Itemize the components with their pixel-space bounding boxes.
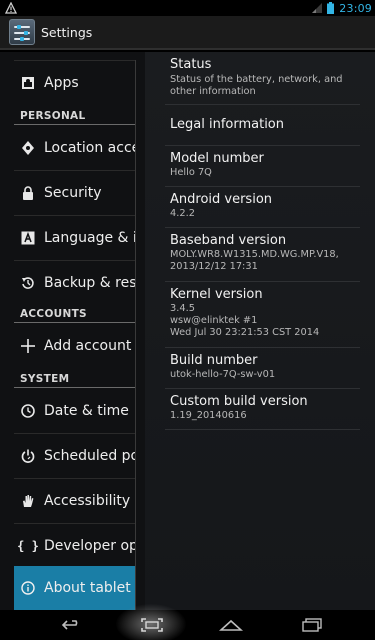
nav-item-label: About tablet: [44, 580, 131, 596]
list-divider: [165, 388, 360, 389]
system-navigation-bar: [0, 610, 375, 640]
settings-app-icon[interactable]: [9, 19, 35, 45]
list-divider: [165, 145, 360, 146]
back-icon: [61, 620, 78, 630]
nav-item-about-tablet[interactable]: About tablet: [14, 566, 135, 610]
list-divider: [165, 186, 360, 187]
nav-item-language[interactable]: Language & i: [14, 216, 135, 260]
custom-build-version-value: 1.19_20140616: [170, 410, 247, 421]
nav-item-label: Security: [44, 185, 102, 201]
section-header-personal: PERSONAL: [20, 110, 86, 122]
kernel-version-line3: Wed Jul 30 23:21:53 CST 2014: [170, 327, 320, 338]
power-icon: [20, 448, 36, 464]
about-tablet-panel[interactable]: Status Status of the battery, network, a…: [145, 52, 375, 610]
model-number-value: Hello 7Q: [170, 167, 212, 178]
section-header-line: [14, 124, 135, 125]
braces-icon: { }: [17, 539, 39, 553]
battery-icon: [327, 2, 335, 14]
android-version-title: Android version: [170, 192, 273, 207]
signal-icon: [312, 3, 323, 13]
nav-item-label: Language & i: [44, 230, 135, 246]
status-title: Status: [170, 57, 212, 72]
nav-item-date-time[interactable]: Date & time: [14, 389, 135, 433]
kernel-version-line2: wsw@elinktek #1: [170, 315, 258, 326]
nav-item-scheduled-power[interactable]: Scheduled po: [14, 434, 135, 478]
baseband-version-line2: 2013/12/12 17:31: [170, 261, 258, 272]
custom-build-version-item: Custom build version 1.19_20140616: [170, 394, 360, 422]
nav-item-label: Location acce: [44, 140, 135, 156]
list-divider: [165, 281, 360, 282]
nav-item-apps[interactable]: Apps: [14, 61, 135, 105]
hand-icon: [20, 493, 36, 509]
build-number-item[interactable]: Build number utok-hello-7Q-sw-v01: [170, 353, 360, 381]
recent-apps-icon: [302, 618, 322, 632]
list-divider: [165, 227, 360, 228]
model-number-item: Model number Hello 7Q: [170, 151, 360, 179]
nav-item-label: Scheduled po: [44, 448, 135, 464]
info-icon: [20, 580, 36, 596]
status-subtitle: Status of the battery, network, and othe…: [170, 74, 343, 97]
baseband-version-item: Baseband version MOLY.WR8.W1315.MD.WG.MP…: [170, 233, 360, 273]
status-bar: 23:09: [0, 0, 375, 16]
kernel-version-title: Kernel version: [170, 287, 263, 302]
baseband-version-title: Baseband version: [170, 233, 287, 248]
section-header-system: SYSTEM: [20, 373, 70, 385]
nav-item-label: Date & time: [44, 403, 129, 419]
location-icon: [20, 140, 36, 156]
action-bar: Settings: [0, 16, 375, 50]
clock-icon: [20, 403, 36, 419]
warning-icon: [5, 2, 17, 14]
android-apps-icon: [20, 75, 36, 91]
nav-item-label: Developer op: [44, 538, 135, 554]
list-divider: [165, 429, 360, 430]
nav-item-label: Add account: [44, 338, 132, 354]
baseband-version-line1: MOLY.WR8.W1315.MD.WG.MP.V18,: [170, 249, 339, 260]
build-number-title: Build number: [170, 353, 258, 368]
backup-icon: [20, 275, 36, 291]
nav-item-developer-options[interactable]: { } Developer op: [14, 524, 135, 568]
model-number-title: Model number: [170, 151, 264, 166]
plus-icon: [20, 338, 36, 354]
pane-divider: [135, 60, 136, 610]
section-header-line: [14, 387, 135, 388]
custom-build-version-title: Custom build version: [170, 394, 308, 409]
lock-icon: [20, 185, 36, 201]
clock-time: 23:09: [339, 1, 372, 15]
settings-categories-list[interactable]: Apps PERSONAL Location acce Security Lan…: [0, 52, 145, 610]
kernel-version-item: Kernel version 3.4.5 wsw@elinktek #1 Wed…: [170, 287, 360, 339]
nav-item-label: Backup & res: [44, 275, 135, 291]
nav-item-security[interactable]: Security: [14, 171, 135, 215]
back-button[interactable]: [42, 610, 102, 640]
list-divider: [165, 104, 360, 105]
page-title: Settings: [41, 24, 93, 40]
screenshot-button-highlight: [116, 604, 186, 640]
language-icon: [20, 230, 36, 246]
recent-apps-button[interactable]: [282, 610, 342, 640]
android-version-item[interactable]: Android version 4.2.2: [170, 192, 360, 220]
nav-item-label: Apps: [44, 75, 79, 91]
nav-item-add-account[interactable]: Add account: [14, 324, 135, 368]
section-header-line: [14, 322, 135, 323]
list-divider: [165, 347, 360, 348]
home-icon: [219, 619, 243, 631]
legal-information-item[interactable]: Legal information: [170, 117, 360, 133]
android-version-value: 4.2.2: [170, 208, 195, 219]
nav-item-label: Accessibility: [44, 493, 131, 509]
nav-item-accessibility[interactable]: Accessibility: [14, 479, 135, 523]
section-header-accounts: ACCOUNTS: [20, 308, 87, 320]
nav-item-backup[interactable]: Backup & res: [14, 261, 135, 305]
build-number-value: utok-hello-7Q-sw-v01: [170, 369, 276, 380]
nav-item-location[interactable]: Location acce: [14, 126, 135, 170]
status-item[interactable]: Status Status of the battery, network, a…: [170, 57, 360, 98]
legal-information-title: Legal information: [170, 117, 285, 132]
home-button[interactable]: [201, 610, 261, 640]
kernel-version-line1: 3.4.5: [170, 303, 195, 314]
